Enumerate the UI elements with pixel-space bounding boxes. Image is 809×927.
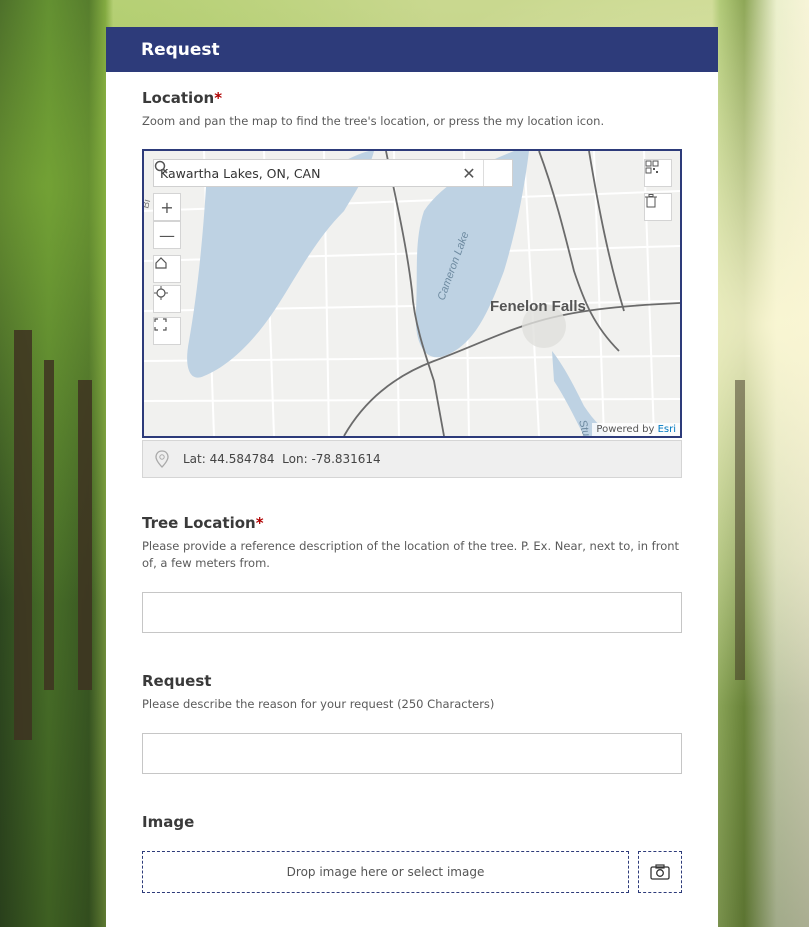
tree-location-input[interactable]	[142, 592, 682, 633]
required-mark: *	[255, 514, 264, 532]
form-header: Request	[106, 27, 718, 72]
lon-value: -78.831614	[311, 452, 381, 466]
fullscreen-button[interactable]	[153, 317, 181, 345]
image-title: Image	[142, 813, 195, 831]
form-header-title: Request	[141, 39, 220, 60]
camera-button[interactable]	[638, 851, 682, 893]
zoom-in-button[interactable]: +	[153, 193, 181, 221]
tree-location-title-text: Tree Location	[142, 514, 256, 532]
close-icon[interactable]: ✕	[455, 160, 483, 186]
plus-icon: +	[160, 197, 174, 217]
locate-button[interactable]	[153, 285, 181, 313]
home-icon	[155, 257, 167, 269]
location-pin-icon[interactable]	[151, 448, 173, 470]
image-drop-zone[interactable]: Drop image here or select image	[142, 851, 629, 893]
coordinates-text: Lat: 44.584784 Lon: -78.831614	[183, 452, 381, 466]
map-search-input[interactable]: Kawartha Lakes, ON, CAN	[154, 166, 455, 181]
esri-link[interactable]: Esri	[658, 424, 676, 435]
map-canvas[interactable]: Fenelon Falls Cameron Lake Sturg Bi	[144, 151, 680, 436]
request-input[interactable]	[142, 733, 682, 774]
required-mark: *	[214, 89, 223, 107]
search-icon[interactable]	[154, 160, 512, 186]
lat-label: Lat:	[183, 452, 206, 466]
map-label-town: Fenelon Falls	[490, 298, 586, 315]
background-tree-trunk	[44, 360, 54, 690]
clear-location-button[interactable]	[644, 193, 672, 221]
trash-icon	[645, 194, 657, 208]
background-tree-trunk	[78, 380, 92, 690]
tree-location-description: Please provide a reference description o…	[142, 539, 680, 570]
coordinates-bar: Lat: 44.584784 Lon: -78.831614	[142, 440, 682, 478]
minus-icon: —	[159, 225, 175, 245]
camera-icon	[650, 864, 670, 880]
fullscreen-icon	[154, 318, 167, 331]
location-title-text: Location	[142, 89, 215, 107]
location-map[interactable]: Fenelon Falls Cameron Lake Sturg Bi Kawa…	[142, 149, 682, 438]
lon-label: Lon:	[282, 452, 308, 466]
zoom-out-button[interactable]: —	[153, 221, 181, 249]
background-tree-trunk	[735, 380, 745, 680]
home-button[interactable]	[153, 255, 181, 283]
location-title: Location*	[142, 89, 222, 107]
crosshair-icon	[154, 286, 168, 300]
qr-code-icon	[645, 160, 659, 174]
request-description: Please describe the reason for your requ…	[142, 697, 495, 711]
location-description: Zoom and pan the map to find the tree's …	[142, 114, 605, 128]
request-form: Request Location* Zoom and pan the map t…	[106, 27, 718, 927]
tree-location-title: Tree Location*	[142, 514, 264, 532]
qr-code-button[interactable]	[644, 159, 672, 187]
attribution-prefix: Powered by	[596, 424, 655, 435]
map-attribution: Powered by Esri	[592, 423, 680, 436]
background-tree-trunk	[14, 330, 32, 740]
map-search-box[interactable]: Kawartha Lakes, ON, CAN ✕	[153, 159, 513, 187]
lat-value: 44.584784	[209, 452, 275, 466]
request-title: Request	[142, 672, 212, 690]
